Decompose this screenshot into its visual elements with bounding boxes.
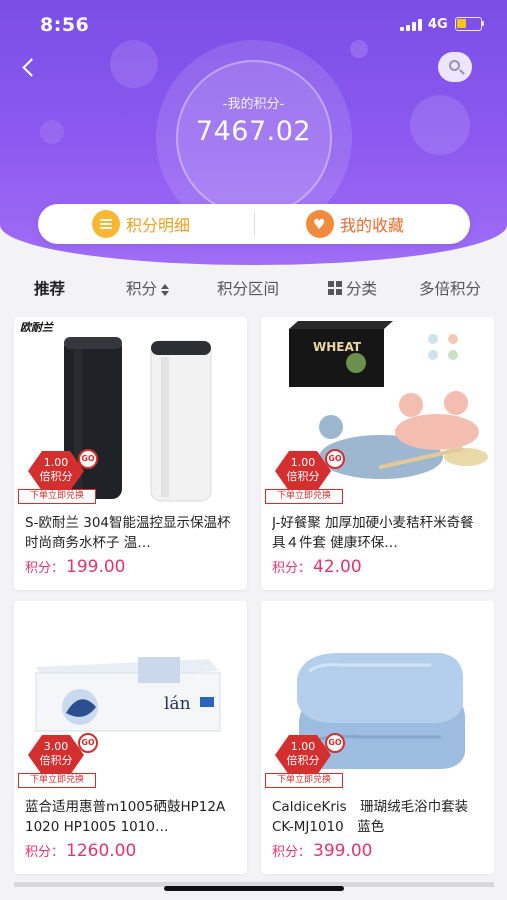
points-detail-button[interactable]: 积分明细	[92, 204, 190, 244]
multiplier-badge: 1.00 倍积分 GO 下单立即兑换	[265, 449, 355, 505]
tab-multi-points[interactable]: 多倍积分	[419, 277, 481, 299]
go-icon: GO	[78, 733, 98, 753]
multiplier-unit: 倍积分	[286, 754, 320, 767]
battery-icon	[455, 17, 484, 31]
network-type: 4G	[428, 17, 448, 32]
price-label: 积分：	[272, 561, 312, 576]
points-detail-label: 积分明细	[126, 216, 191, 235]
price-value: 42.00	[313, 557, 362, 577]
multiplier-value: 1.00	[290, 740, 316, 753]
product-card[interactable]: WHEAT 1.00 倍积分 GO 下单立即兑换 J-好餐聚 加厚加硬小麦秸秆米…	[261, 317, 494, 590]
tab-label: 多倍积分	[419, 280, 482, 298]
search-icon	[449, 60, 460, 71]
price-value: 1260.00	[66, 841, 137, 861]
tab-points-range[interactable]: 积分区间	[217, 277, 279, 299]
tab-recommended[interactable]: 推荐	[34, 277, 65, 299]
box-brand-text: WHEAT	[313, 340, 362, 354]
back-arrow-icon[interactable]	[18, 56, 42, 80]
my-favorites-label: 我的收藏	[340, 216, 405, 235]
multiplier-unit: 倍积分	[39, 470, 73, 483]
product-price: 积分： 42.00	[272, 557, 362, 577]
product-card[interactable]: lán 3.00 倍积分 GO 下单立即兑换 蓝合适用惠普m1005硒鼓HP12…	[14, 601, 247, 874]
sort-icon	[161, 283, 170, 296]
tab-category[interactable]: 分类	[328, 277, 377, 299]
points-balance: 7467.02	[195, 116, 312, 147]
price-label: 积分：	[272, 845, 312, 860]
tab-points-sort[interactable]: 积分	[126, 277, 170, 299]
product-price: 积分： 199.00	[25, 557, 126, 577]
points-mall-page: 8:56 4G -我的积分- 7467.02 积分明细 ♥ 我的收藏 推荐 积分…	[0, 0, 507, 900]
multiplier-badge: 1.00 倍积分 GO 下单立即兑换	[265, 733, 355, 789]
search-button[interactable]	[438, 52, 472, 82]
multiplier-unit: 倍积分	[39, 754, 73, 767]
product-price: 积分： 399.00	[272, 841, 373, 861]
multiplier-value: 3.00	[43, 740, 69, 753]
price-label: 积分：	[25, 561, 65, 576]
multiplier-badge: 3.00 倍积分 GO 下单立即兑换	[18, 733, 108, 789]
redeem-ribbon: 下单立即兑换	[265, 773, 343, 788]
list-icon	[92, 210, 120, 238]
product-title: J-好餐聚 加厚加硬小麦秸秆米奇餐具４件套 健康环保…	[272, 515, 474, 551]
redeem-ribbon: 下单立即兑换	[18, 489, 96, 504]
redeem-ribbon: 下单立即兑换	[265, 489, 343, 504]
go-icon: GO	[325, 733, 345, 753]
signal-icon	[400, 19, 422, 31]
tab-label: 积分	[126, 280, 158, 298]
price-value: 199.00	[66, 557, 126, 577]
product-title: CaldiceKris 珊瑚绒毛浴巾套装 CK-MJ1010 蓝色	[272, 799, 469, 835]
product-title: 蓝合适用惠普m1005硒鼓HP12A 1020 HP1005 1010…	[25, 799, 226, 835]
filter-tabs: 推荐 积分 积分区间 分类 多倍积分	[0, 266, 507, 308]
box-brand-text: lán	[164, 694, 191, 714]
go-icon: GO	[78, 449, 98, 469]
status-time: 8:56	[40, 14, 90, 36]
grid-icon	[328, 281, 342, 295]
product-price: 积分： 1260.00	[25, 841, 136, 861]
tab-label: 积分区间	[217, 280, 280, 298]
my-favorites-button[interactable]: ♥ 我的收藏	[306, 204, 404, 244]
multiplier-value: 1.00	[290, 456, 316, 469]
go-icon: GO	[325, 449, 345, 469]
brand-logo-text: 欧耐兰	[20, 321, 54, 334]
home-indicator[interactable]	[164, 886, 344, 891]
points-actions-bar: 积分明细 ♥ 我的收藏	[38, 204, 470, 244]
heart-icon: ♥	[306, 210, 334, 238]
tab-label: 分类	[346, 280, 378, 298]
price-value: 399.00	[313, 841, 373, 861]
multiplier-badge: 1.00 倍积分 GO 下单立即兑换	[18, 449, 108, 505]
product-card[interactable]: 1.00 倍积分 GO 下单立即兑换 CaldiceKris 珊瑚绒毛浴巾套装 …	[261, 601, 494, 874]
tab-label: 推荐	[34, 280, 66, 298]
multiplier-unit: 倍积分	[286, 470, 320, 483]
product-title: S-欧耐兰 304智能温控显示保温杯时尚商务水杯子 温…	[25, 515, 231, 551]
divider	[254, 212, 255, 236]
product-card[interactable]: 欧耐兰 1.00 倍积分 GO 下单立即兑换 S-欧耐兰 304智能温控显示保温…	[14, 317, 247, 590]
redeem-ribbon: 下单立即兑换	[18, 773, 96, 788]
price-label: 积分：	[25, 845, 65, 860]
multiplier-value: 1.00	[43, 456, 69, 469]
points-label: -我的积分-	[222, 97, 285, 112]
